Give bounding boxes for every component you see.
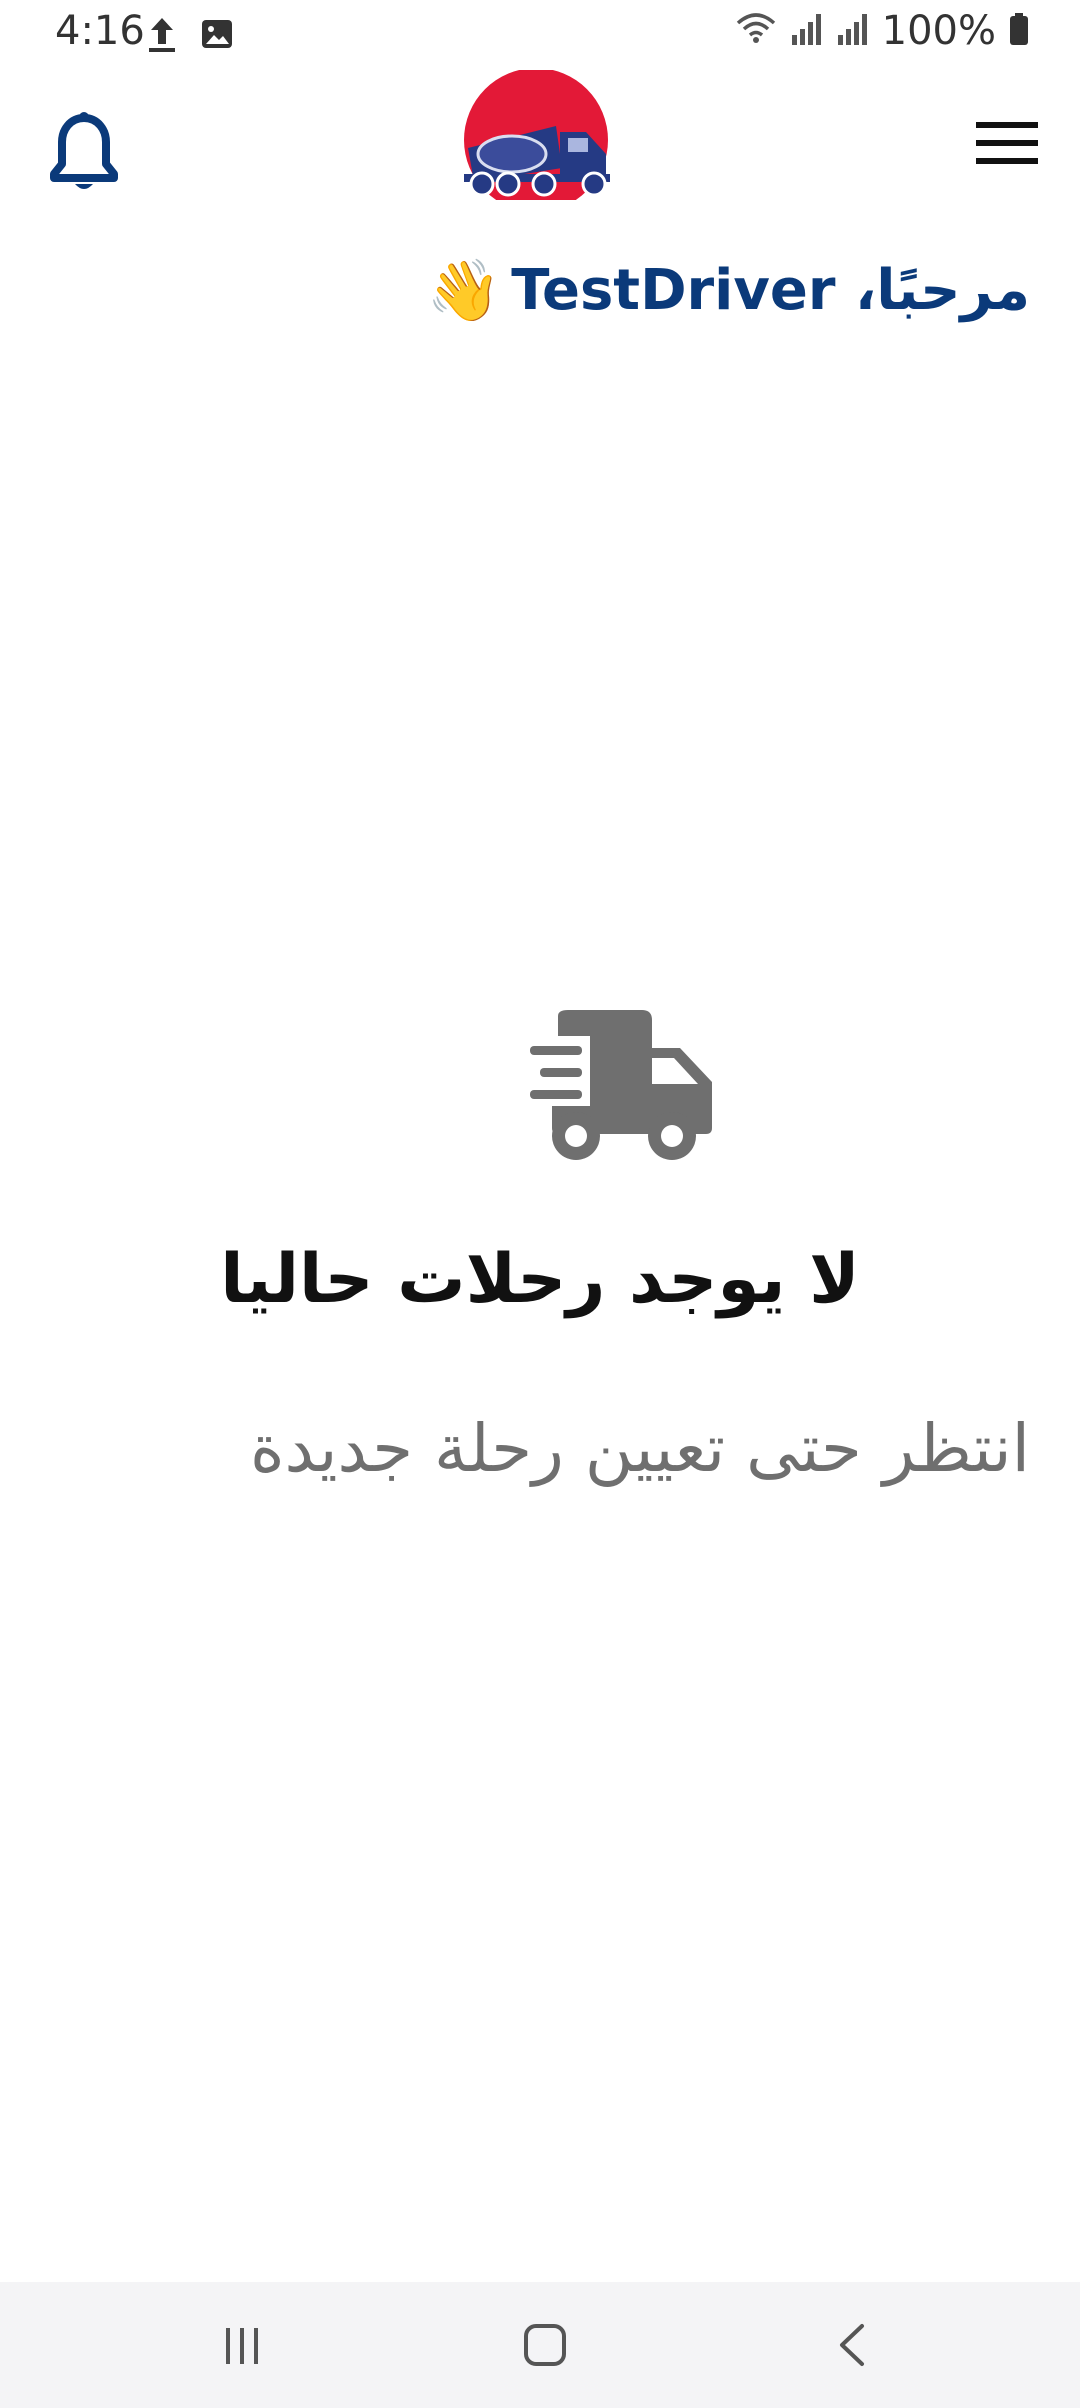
- wifi-icon: [734, 9, 778, 53]
- empty-state-title: لا يوجد رحلات حاليا: [220, 1240, 860, 1319]
- signal-icon: [790, 9, 824, 53]
- home-icon[interactable]: [522, 2322, 568, 2372]
- cement-mixer-truck-logo: [456, 68, 616, 212]
- status-bar: 4:16 100%: [0, 0, 1080, 70]
- upload-icon: [145, 14, 179, 58]
- signal-icon: [836, 9, 870, 53]
- status-time: 4:16: [55, 8, 145, 54]
- app-header: [0, 68, 1080, 220]
- image-icon: [199, 14, 235, 58]
- back-icon[interactable]: [832, 2322, 872, 2372]
- battery-level: 100%: [881, 8, 996, 54]
- bell-icon[interactable]: [48, 112, 120, 200]
- recent-apps-icon[interactable]: [220, 2324, 264, 2372]
- system-navigation-bar: [0, 2282, 1080, 2408]
- empty-state-subtitle: انتظر حتى تعيين رحلة جديدة: [249, 1410, 1030, 1487]
- greeting: 👋 مرحبًا، TestDriver: [427, 255, 1031, 326]
- battery-icon: [1008, 9, 1030, 53]
- wave-emoji-icon: 👋: [426, 256, 502, 326]
- greeting-text: مرحبًا، TestDriver: [511, 258, 1030, 323]
- delivery-truck-icon: [530, 1010, 720, 1174]
- hamburger-menu-icon[interactable]: [974, 120, 1040, 172]
